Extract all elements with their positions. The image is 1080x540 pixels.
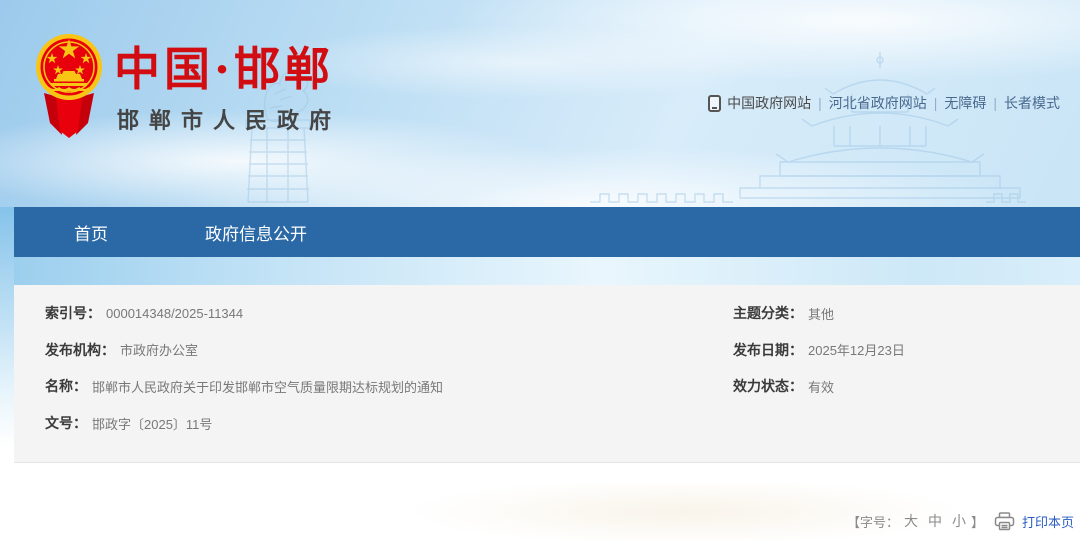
- meta-row-issuing-agency: 发布机构： 市政府办公室: [45, 332, 705, 369]
- meta-column-right: 主题分类： 其他 发布日期： 2025年12月23日 效力状态： 有效: [733, 295, 1063, 405]
- link-accessibility[interactable]: 无障碍: [944, 93, 986, 113]
- nav-item-info-disclosure[interactable]: 政府信息公开: [205, 220, 307, 245]
- printer-icon[interactable]: [994, 511, 1015, 531]
- font-size-large-button[interactable]: 大: [904, 511, 918, 531]
- font-size-suffix: 】: [970, 514, 984, 530]
- top-links-bar: 中国政府网站 | 河北省政府网站 | 无障碍 | 长者模式: [708, 93, 1060, 113]
- meta-value: 邯政字〔2025〕11号: [92, 416, 213, 432]
- link-china-gov[interactable]: 中国政府网站: [727, 93, 811, 113]
- document-meta-box: 索引号： 000014348/2025-11344 发布机构： 市政府办公室 名…: [14, 285, 1080, 463]
- meta-row-validity-status: 效力状态： 有效: [733, 368, 1063, 405]
- meta-value: 邯郸市人民政府关于印发邯郸市空气质量限期达标规划的通知: [92, 379, 444, 395]
- nav-item-home[interactable]: 首页: [74, 220, 108, 245]
- meta-value: 有效: [808, 379, 835, 395]
- footer-area: 【字号： 大 中 小 】 打印本页: [14, 464, 1080, 540]
- meta-label: 发布日期：: [733, 341, 803, 358]
- meta-row-doc-number: 文号： 邯政字〔2025〕11号: [45, 405, 705, 442]
- link-separator: |: [818, 95, 822, 111]
- meta-value: 000014348/2025-11344: [106, 305, 244, 321]
- meta-row-title: 名称： 邯郸市人民政府关于印发邯郸市空气质量限期达标规划的通知: [45, 368, 705, 405]
- link-separator: |: [993, 95, 997, 111]
- meta-label: 主题分类：: [733, 305, 803, 322]
- nav-sub-band: [14, 257, 1080, 285]
- font-size-prefix: 【字号：: [846, 514, 899, 530]
- page-tools: 【字号： 大 中 小 】 打印本页: [847, 510, 1074, 532]
- meta-label: 效力状态：: [733, 378, 803, 395]
- mobile-device-icon: [708, 94, 722, 112]
- site-logo[interactable]: [36, 31, 102, 139]
- national-emblem-icon: [36, 34, 102, 138]
- left-gutter: [0, 207, 14, 447]
- meta-label: 名称：: [45, 378, 87, 395]
- link-elder-mode[interactable]: 长者模式: [1004, 93, 1060, 113]
- font-size-small-button[interactable]: 小: [952, 511, 966, 531]
- meta-label: 文号：: [45, 415, 87, 432]
- site-header: 中国·邯郸 邯郸市人民政府 中国政府网站 | 河北省政府网站 | 无障碍 | 长…: [0, 0, 1080, 207]
- page: 中国·邯郸 邯郸市人民政府 中国政府网站 | 河北省政府网站 | 无障碍 | 长…: [0, 0, 1080, 540]
- site-subtitle: 邯郸市人民政府: [117, 108, 342, 133]
- meta-row-topic-category: 主题分类： 其他: [733, 295, 1063, 332]
- site-title: 中国·邯郸: [114, 42, 335, 96]
- pavilion-watermark-icon: [590, 52, 1026, 203]
- link-separator: |: [933, 95, 938, 111]
- main-navbar: 首页 政府信息公开: [14, 207, 1080, 257]
- meta-value: 其他: [808, 306, 835, 322]
- meta-label: 索引号：: [45, 305, 101, 322]
- font-size-medium-button[interactable]: 中: [928, 511, 942, 531]
- meta-row-index-number: 索引号： 000014348/2025-11344: [45, 295, 705, 332]
- meta-column-left: 索引号： 000014348/2025-11344 发布机构： 市政府办公室 名…: [45, 295, 705, 441]
- print-page-link[interactable]: 打印本页: [1022, 512, 1074, 531]
- meta-value: 市政府办公室: [120, 343, 199, 359]
- meta-value: 2025年12月23日: [808, 343, 905, 359]
- meta-row-publish-date: 发布日期： 2025年12月23日: [733, 332, 1063, 369]
- meta-label: 发布机构：: [45, 341, 115, 358]
- link-hebei-gov[interactable]: 河北省政府网站: [829, 93, 927, 113]
